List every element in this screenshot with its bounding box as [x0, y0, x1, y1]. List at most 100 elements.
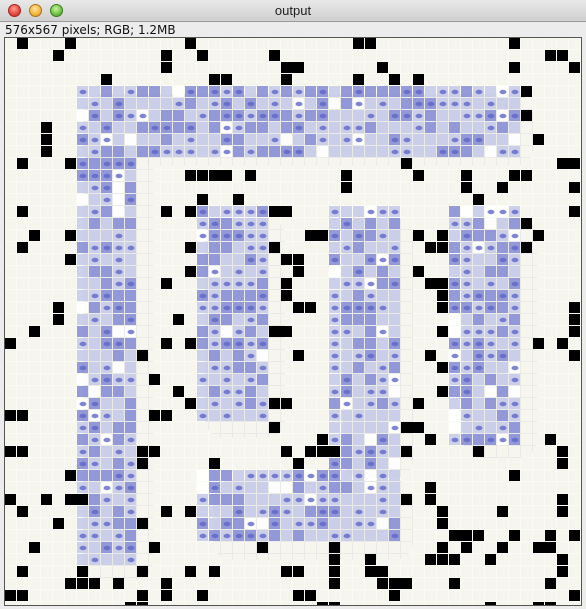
tile-pattern [379, 233, 387, 239]
mosaic-tile [425, 458, 436, 469]
mosaic-tile [329, 590, 340, 601]
mosaic-tile [305, 218, 316, 229]
tile-pattern [391, 341, 399, 347]
mosaic-tile [161, 278, 172, 289]
mosaic-tile [425, 374, 436, 385]
mosaic-tile [89, 62, 100, 73]
mosaic-tile [533, 314, 544, 325]
mosaic-tile [197, 434, 208, 445]
mosaic-tile [5, 158, 16, 169]
tile-pattern [223, 281, 231, 287]
mosaic-tile [209, 134, 220, 145]
mosaic-tile [5, 374, 16, 385]
mosaic-tile [401, 182, 412, 193]
mosaic-tile [77, 74, 88, 85]
mosaic-tile [413, 578, 424, 589]
mosaic-tile [17, 326, 28, 337]
mosaic-tile [53, 242, 64, 253]
mosaic-tile [389, 566, 400, 577]
tile-pattern [511, 245, 519, 251]
mosaic-tile [293, 530, 304, 541]
mosaic-tile [473, 218, 484, 229]
mosaic-tile [533, 38, 544, 49]
mosaic-tile [209, 62, 220, 73]
tile-pattern [391, 149, 399, 155]
mosaic-tile [437, 158, 448, 169]
mosaic-tile [5, 314, 16, 325]
mosaic-tile [185, 398, 196, 409]
mosaic-tile [569, 602, 580, 605]
mosaic-tile [569, 482, 580, 493]
mosaic-tile [197, 278, 208, 289]
mosaic-tile [29, 86, 40, 97]
mosaic-tile [125, 206, 136, 217]
mosaic-tile [161, 602, 172, 605]
mosaic-tile [149, 134, 160, 145]
title-bar[interactable]: output [0, 0, 586, 22]
tile-pattern [475, 113, 483, 119]
mosaic-tile [449, 242, 460, 253]
mosaic-tile [425, 386, 436, 397]
tile-pattern [307, 497, 315, 503]
mosaic-tile [533, 554, 544, 565]
mosaic-tile [65, 458, 76, 469]
mosaic-tile [557, 254, 568, 265]
mosaic-tile [545, 578, 556, 589]
mosaic-tile [65, 254, 76, 265]
mosaic-tile [125, 74, 136, 85]
mosaic-tile [293, 278, 304, 289]
mosaic-tile [509, 530, 520, 541]
mosaic-tile [461, 62, 472, 73]
mosaic-tile [449, 446, 460, 457]
mosaic-tile [341, 314, 352, 325]
mosaic-tile [29, 566, 40, 577]
mosaic-tile [497, 410, 508, 421]
mosaic-tile [233, 446, 244, 457]
mosaic-tile [137, 518, 148, 529]
mosaic-tile [401, 410, 412, 421]
tile-pattern [271, 137, 279, 143]
mosaic-tile [461, 518, 472, 529]
black-tile [521, 242, 532, 253]
mosaic-tile [401, 482, 412, 493]
mosaic-tile [533, 410, 544, 421]
tile-pattern [259, 113, 267, 119]
mosaic-tile [569, 218, 580, 229]
mosaic-tile [365, 530, 376, 541]
mosaic-tile [557, 182, 568, 193]
mosaic-tile [269, 410, 280, 421]
mosaic-tile [5, 350, 16, 361]
mosaic-tile [29, 230, 40, 241]
mosaic-tile [533, 158, 544, 169]
mosaic-tile [545, 446, 556, 457]
mosaic-tile [137, 470, 148, 481]
image-canvas[interactable] [4, 37, 582, 606]
mosaic-tile [473, 122, 484, 133]
mosaic-tile [533, 302, 544, 313]
mosaic-tile [401, 38, 412, 49]
mosaic-tile [125, 98, 136, 109]
mosaic-tile [89, 590, 100, 601]
mosaic-tile [5, 266, 16, 277]
mosaic-tile [65, 338, 76, 349]
mosaic-tile [329, 266, 340, 277]
mosaic-tile [113, 206, 124, 217]
mosaic-tile [413, 74, 424, 85]
mosaic-tile [557, 422, 568, 433]
tile-pattern [211, 269, 219, 275]
mosaic-tile [401, 194, 412, 205]
mosaic-tile [17, 302, 28, 313]
mosaic-tile [341, 350, 352, 361]
tile-pattern [331, 473, 339, 479]
mosaic-tile [125, 170, 136, 181]
tile-pattern [91, 173, 99, 179]
mosaic-tile [41, 266, 52, 277]
mosaic-tile [569, 146, 580, 157]
mosaic-tile [125, 230, 136, 241]
tile-pattern [103, 197, 111, 203]
mosaic-tile [197, 542, 208, 553]
black-tile [365, 566, 388, 577]
mosaic-tile [389, 290, 400, 301]
mosaic-tile [65, 590, 76, 601]
mosaic-tile [209, 506, 220, 517]
